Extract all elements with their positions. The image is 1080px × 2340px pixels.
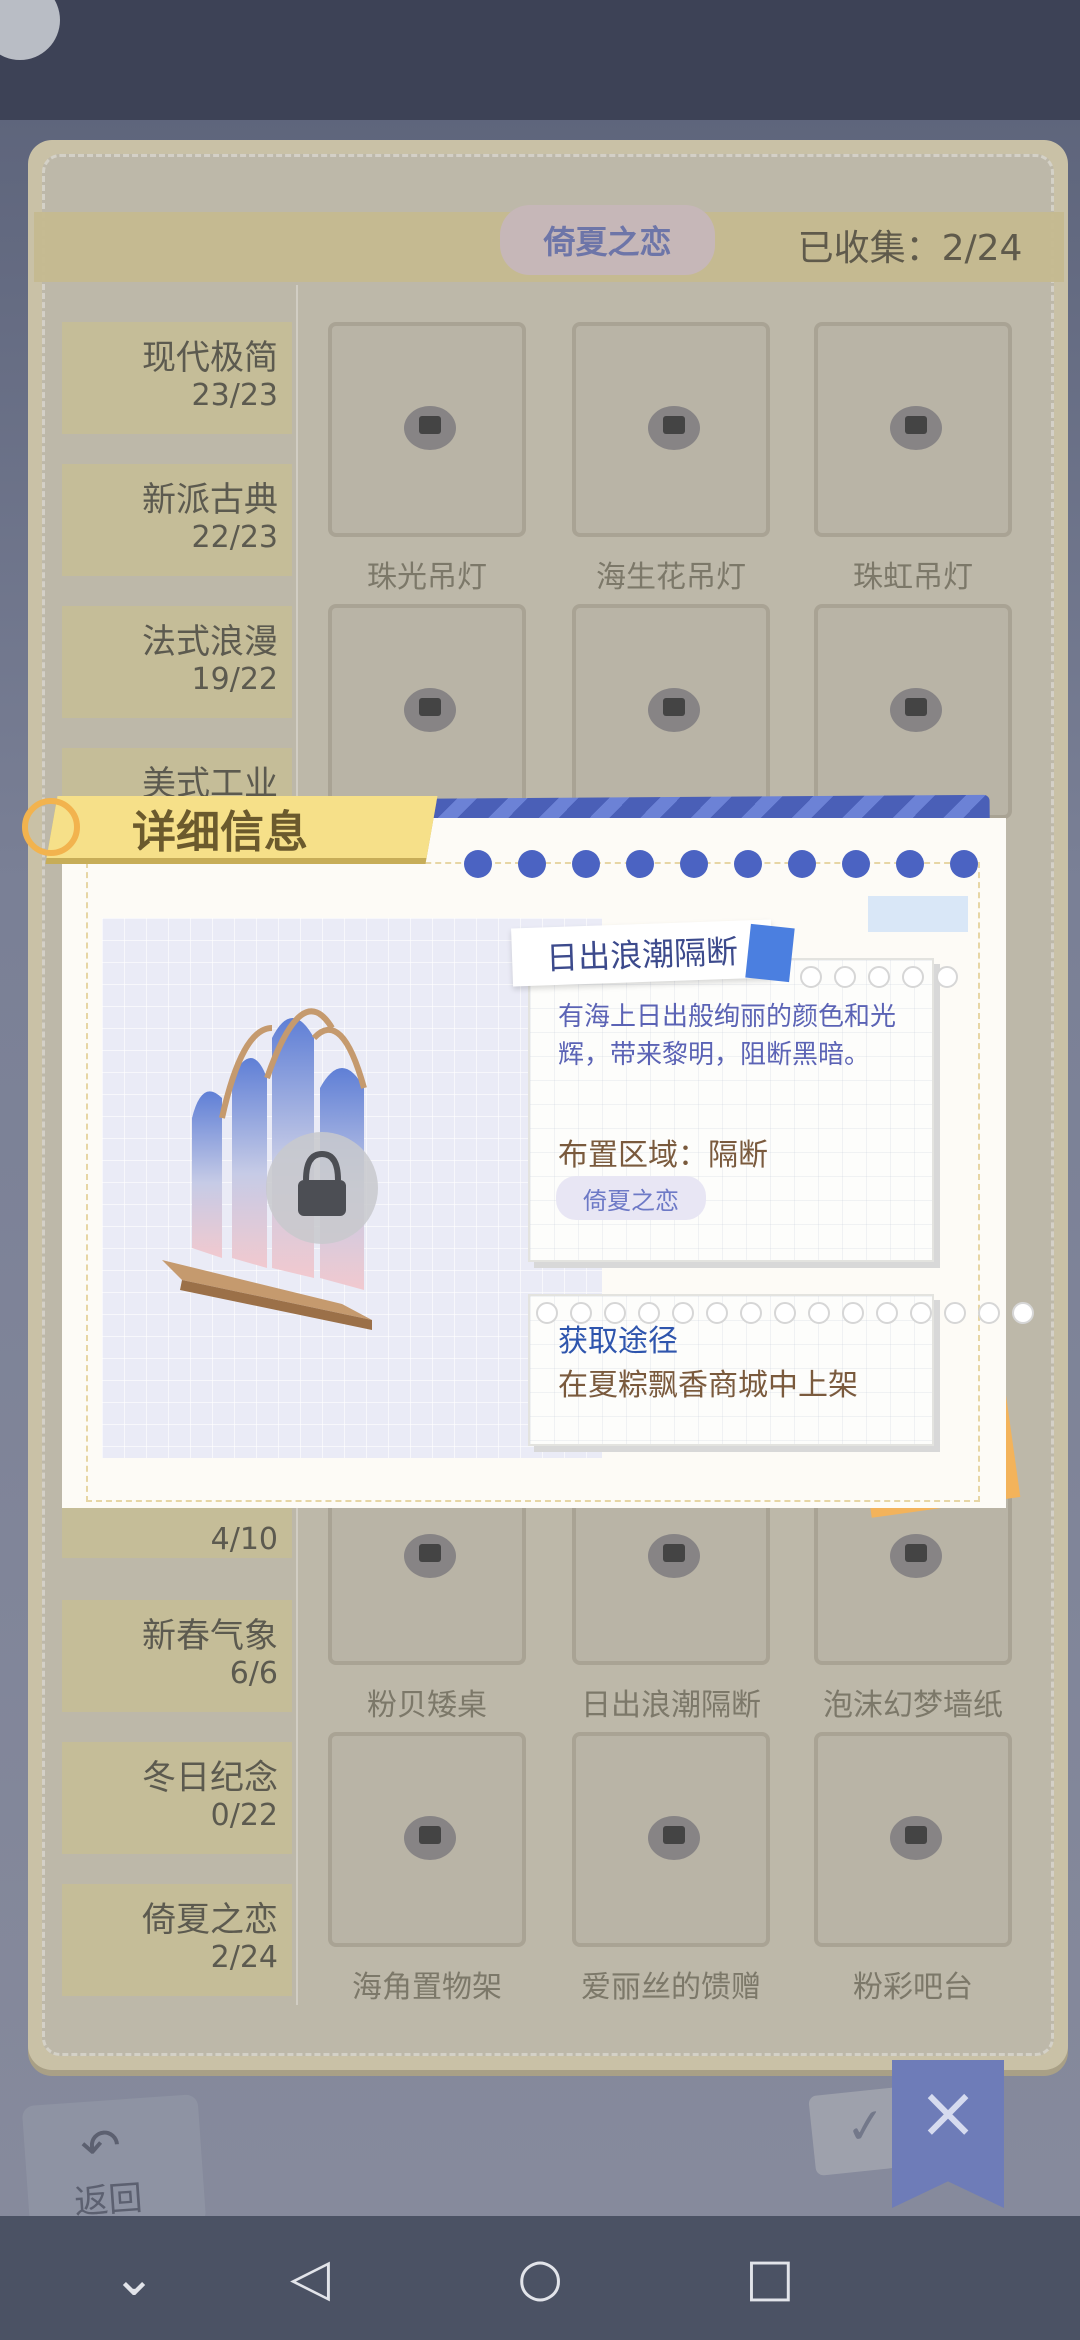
item-slot-bar-counter[interactable]	[814, 1732, 1012, 1947]
item-slot-sea-flower-lamp[interactable]	[572, 322, 770, 537]
back-button[interactable]: ↶ 返回	[21, 2094, 207, 2236]
lock-icon	[648, 1534, 700, 1578]
detail-dialog: 有海上日出般绚丽的颜色和光辉，带来黎明，阻断黑暗。 布置区域：隔断 倚夏之恋 日…	[22, 794, 1034, 1518]
lock-icon	[404, 688, 456, 732]
category-name: 新派古典	[142, 480, 278, 520]
partition-illustration	[162, 1008, 378, 1330]
lock-icon	[890, 688, 942, 732]
card-holes	[800, 966, 958, 988]
collected-count: 已收集：2/24	[797, 228, 1023, 269]
item-name-tag: 日出浪潮隔断	[511, 919, 773, 987]
dialog-dots	[464, 850, 978, 878]
dialog-paper: 有海上日出般绚丽的颜色和光辉，带来黎明，阻断黑暗。 布置区域：隔断 倚夏之恋 日…	[62, 818, 1034, 1508]
lock-icon	[404, 406, 456, 450]
back-arrow-icon: ↶	[78, 2117, 123, 2177]
category-count: 0/22	[210, 1798, 278, 1833]
item-label: 泡沫幻梦墙纸	[823, 1688, 1003, 1723]
sidebar-item-neoclassic[interactable]: 新派古典 22/23	[62, 464, 292, 576]
item-label: 日出浪潮隔断	[581, 1688, 761, 1723]
theme-badge: 倚夏之恋	[556, 1176, 706, 1220]
category-count: 4/10	[210, 1522, 278, 1557]
lock-icon	[890, 1816, 942, 1860]
item-slot-pearl-chandelier[interactable]	[328, 322, 526, 537]
sidebar-item-french[interactable]: 法式浪漫 19/22	[62, 606, 292, 718]
category-count: 22/23	[191, 520, 278, 555]
item-description: 有海上日出般绚丽的颜色和光辉，带来黎明，阻断黑暗。	[558, 1002, 897, 1070]
sidebar-item-winter[interactable]: 冬日纪念 0/22	[62, 1742, 292, 1854]
lock-icon	[404, 1816, 456, 1860]
item-preview	[102, 918, 602, 1458]
category-name: 冬日纪念	[142, 1758, 278, 1798]
source-card: 获取途径 在夏粽飘香商城中上架	[528, 1294, 1034, 1446]
nav-recents-icon[interactable]: □	[730, 2238, 810, 2318]
item-label: 海生花吊灯	[596, 560, 746, 595]
category-count: 23/23	[191, 378, 278, 413]
lock-icon	[648, 1816, 700, 1860]
category-name: 法式浪漫	[142, 622, 278, 662]
item-label: 海角置物架	[352, 1970, 502, 2005]
lock-icon	[648, 688, 700, 732]
lock-icon	[404, 1534, 456, 1578]
item-slot-rainbow-lamp[interactable]	[814, 322, 1012, 537]
item-label: 珠光吊灯	[367, 560, 487, 595]
nav-back-icon[interactable]: ◁	[270, 2238, 350, 2318]
nav-home-icon[interactable]: ○	[500, 2238, 580, 2318]
lock-icon	[648, 406, 700, 450]
category-count: 6/6	[229, 1656, 278, 1691]
blue-sticky-note	[745, 923, 795, 983]
item-slot-curtain[interactable]	[328, 604, 526, 819]
dialog-title: 详细信息	[132, 807, 308, 858]
sidebar-item-summer[interactable]: 倚夏之恋 2/24	[62, 1884, 292, 1996]
category-name: 现代极简	[142, 338, 278, 378]
nav-hide-icon[interactable]: ⌄	[94, 2238, 174, 2318]
theme-logo: 倚夏之恋	[500, 205, 715, 275]
category-name: 新春气象	[142, 1616, 278, 1656]
check-icon: ✓	[842, 2096, 889, 2157]
category-count: 19/22	[191, 662, 278, 697]
lock-icon	[890, 406, 942, 450]
dialog-title-ribbon: 详细信息	[22, 788, 462, 864]
category-count: 2/24	[210, 1940, 278, 1975]
item-label: 爱丽丝的馈赠	[581, 1970, 761, 2005]
placement-area: 布置区域：隔断	[558, 1138, 768, 1173]
item-label: 珠虹吊灯	[853, 560, 973, 595]
sidebar-item-spring[interactable]: 新春气象 6/6	[62, 1600, 292, 1712]
lock-icon	[890, 1534, 942, 1578]
source-value: 在夏粽飘香商城中上架	[558, 1368, 858, 1403]
close-icon: ×	[917, 2070, 979, 2154]
item-slot-rug[interactable]	[572, 604, 770, 819]
ring-icon	[22, 798, 80, 856]
category-name: 倚夏之恋	[142, 1900, 278, 1940]
sidebar-item-modern[interactable]: 现代极简 23/23	[62, 322, 292, 434]
tape-decoration	[868, 896, 968, 932]
description-card: 有海上日出般绚丽的颜色和光辉，带来黎明，阻断黑暗。 布置区域：隔断 倚夏之恋	[528, 958, 958, 1262]
item-slot-carpet[interactable]	[814, 604, 1012, 819]
source-heading: 获取途径	[558, 1324, 678, 1359]
system-nav-bar: ⌄ ◁ ○ □	[0, 2216, 1080, 2340]
item-slot-shelf[interactable]	[328, 1732, 526, 1947]
background-ceiling	[0, 0, 1080, 120]
item-label: 粉贝矮桌	[367, 1688, 487, 1723]
item-slot-alice-gift[interactable]	[572, 1732, 770, 1947]
item-label: 粉彩吧台	[853, 1970, 973, 2005]
